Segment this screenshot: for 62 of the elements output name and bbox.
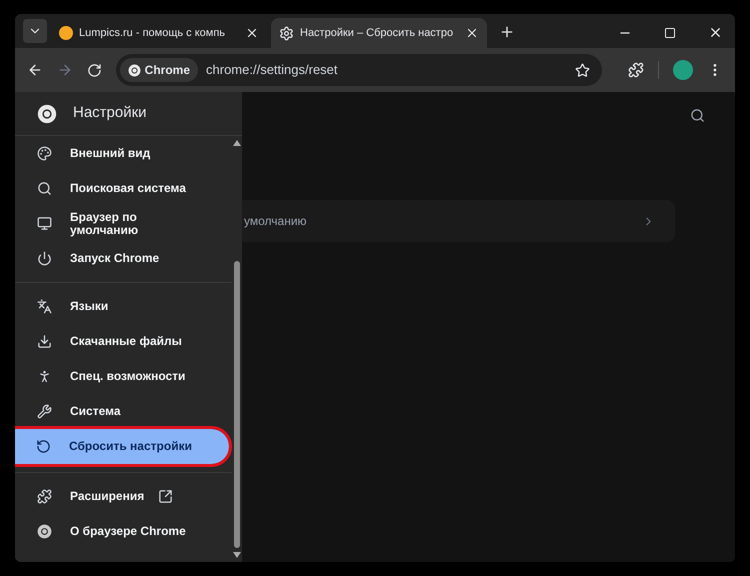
sidebar-item-label: Запуск Chrome xyxy=(70,252,160,265)
person-icon xyxy=(37,369,52,384)
favicon-icon xyxy=(59,26,73,40)
sidebar-item-label: Браузер по умолчанию xyxy=(70,210,140,236)
wrench-icon xyxy=(37,404,52,419)
sidebar-item[interactable]: Система xyxy=(15,394,229,429)
sidebar-item-label: Система xyxy=(70,405,121,418)
sidebar-item[interactable]: Запуск Chrome xyxy=(15,241,229,276)
reset-icon xyxy=(36,439,51,454)
close-icon[interactable] xyxy=(245,26,259,40)
sidebar-item[interactable]: Расширения xyxy=(15,479,229,514)
maximize-icon[interactable] xyxy=(664,26,676,38)
url-text: chrome://settings/reset xyxy=(206,61,339,80)
puzzle-icon[interactable] xyxy=(628,62,644,78)
power-icon xyxy=(37,251,52,266)
sidebar-title: Настройки xyxy=(73,103,147,124)
window-icon xyxy=(37,216,52,231)
close-icon[interactable] xyxy=(708,25,723,40)
sidebar-item[interactable]: Браузер по умолчанию xyxy=(15,206,229,241)
puzzle-icon xyxy=(37,489,52,504)
address-bar[interactable]: Chrome chrome://settings/reset xyxy=(116,54,602,86)
reload-icon[interactable] xyxy=(86,62,102,78)
avatar[interactable] xyxy=(673,60,694,80)
browser-tab[interactable]: Lumpics.ru - помощь с компь xyxy=(51,18,267,48)
external-link-icon[interactable] xyxy=(158,489,174,504)
sidebar-item-label: О браузере Chrome xyxy=(70,525,186,538)
sidebar-item-label: Внешний вид xyxy=(70,147,150,160)
new-tab-icon[interactable] xyxy=(499,24,515,40)
back-icon[interactable] xyxy=(27,62,43,78)
sidebar-item[interactable]: Поисковая система xyxy=(15,171,229,206)
search-icon xyxy=(37,181,52,196)
translate-icon xyxy=(37,299,52,314)
chrome-logo-icon xyxy=(37,104,57,124)
sidebar-item[interactable]: Внешний вид xyxy=(15,136,229,171)
star-icon[interactable] xyxy=(575,62,590,78)
sidebar-item[interactable]: Сбросить настройки xyxy=(15,429,229,464)
tab-list-button[interactable] xyxy=(23,19,47,43)
card-label: умолчанию xyxy=(244,213,308,230)
download-icon xyxy=(37,334,52,349)
sidebar-item-label: Языки xyxy=(70,300,108,313)
sidebar-item-label: Спец. возможности xyxy=(70,370,186,383)
sidebar-item[interactable]: Скачанные файлы xyxy=(15,324,229,359)
sidebar-item[interactable]: Языки xyxy=(15,289,229,324)
chrome-logo-icon xyxy=(37,524,52,539)
sidebar-item-label: Поисковая система xyxy=(70,182,186,195)
tab-title: Настройки – Сбросить настро xyxy=(300,26,454,41)
search-icon[interactable] xyxy=(690,108,705,122)
sidebar-item-label: Скачанные файлы xyxy=(70,335,182,348)
browser-tab[interactable]: Настройки – Сбросить настро xyxy=(271,18,487,48)
chrome-logo-icon xyxy=(128,64,141,76)
tab-title: Lumpics.ru - помощь с компь xyxy=(79,26,226,41)
sidebar-item[interactable]: О браузере Chrome xyxy=(15,514,229,549)
sidebar-item-label: Сбросить настройки xyxy=(69,440,192,453)
palette-icon xyxy=(37,146,52,161)
chip-label: Chrome xyxy=(144,62,190,79)
settings-card[interactable]: умолчанию xyxy=(242,200,675,242)
close-icon[interactable] xyxy=(465,26,479,40)
sidebar-item[interactable]: Спец. возможности xyxy=(15,359,229,394)
gear-icon xyxy=(279,26,294,40)
site-chip[interactable]: Chrome xyxy=(120,58,198,82)
sidebar-item-label: Расширения xyxy=(70,490,144,503)
forward-icon[interactable] xyxy=(56,62,73,78)
